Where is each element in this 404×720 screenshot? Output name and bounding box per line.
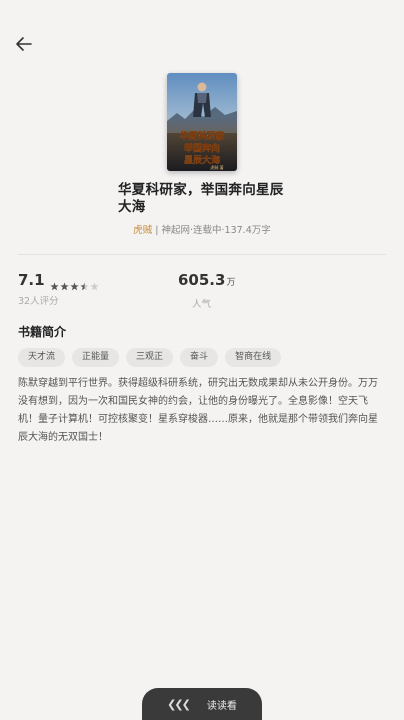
read-button[interactable]: ❮❮❮ 读读看 (142, 688, 262, 720)
rating-block[interactable]: 7.1 32人评分 (18, 271, 100, 307)
book-description: 陈默穿越到平行世界。获得超级科研系统，研究出无数成果却从未公开身份。万万没有想到… (18, 378, 378, 443)
author-name[interactable]: 虎贼 (133, 225, 152, 236)
tag-chip[interactable]: 天才流 (18, 348, 66, 367)
book-meta-info: | 神起网·连载中·137.4万字 (152, 225, 271, 236)
tag-chip[interactable]: 三观正 (126, 348, 174, 367)
book-detail-page: 华夏科研家 举国奔向 星辰大海 虎贼 著 华夏科研家，举国奔向星辰大海 虎贼 |… (0, 0, 404, 720)
svg-text:举国奔向: 举国奔向 (183, 142, 220, 154)
star-half-icon (79, 276, 89, 291)
arrow-left-icon (16, 37, 32, 51)
section-title-intro: 书籍简介 (18, 325, 67, 339)
book-meta: 虎贼 | 神起网·连载中·137.4万字 (0, 222, 404, 236)
tag-list: 天才流 正能量 三观正 奋斗 智商在线 (18, 348, 288, 367)
svg-text:华夏科研家: 华夏科研家 (179, 130, 225, 142)
popularity-value: 605.3 (178, 271, 226, 289)
popularity-block: 605.3万 人气 (178, 271, 235, 310)
tag-chip[interactable]: 正能量 (72, 348, 120, 367)
star-full-icon (49, 276, 59, 291)
divider (18, 254, 386, 255)
read-button-label: 读读看 (206, 700, 237, 712)
book-title: 华夏科研家，举国奔向星辰大海 (118, 182, 284, 215)
star-rating (49, 276, 100, 291)
book-cover-art: 华夏科研家 举国奔向 星辰大海 虎贼 著 (167, 73, 237, 171)
popularity-label: 人气 (192, 299, 212, 310)
star-empty-icon (89, 276, 99, 291)
book-cover[interactable]: 华夏科研家 举国奔向 星辰大海 虎贼 著 (167, 73, 237, 171)
rating-count: 32人评分 (18, 296, 59, 307)
double-chevron-left-icon: ❮❮❮ (167, 697, 191, 711)
back-button[interactable] (12, 32, 36, 56)
popularity-unit: 万 (226, 278, 236, 288)
tag-chip[interactable]: 奋斗 (180, 348, 219, 367)
tag-chip[interactable]: 智商在线 (225, 348, 282, 367)
rating-score: 7.1 (18, 271, 45, 289)
star-full-icon (59, 276, 69, 291)
svg-text:虎贼 著: 虎贼 著 (210, 164, 223, 170)
star-full-icon (69, 276, 79, 291)
